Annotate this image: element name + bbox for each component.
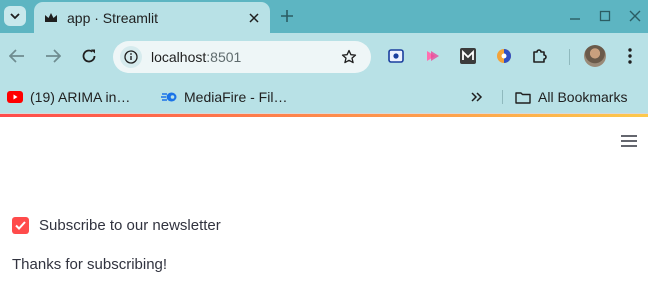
subscription-message: Thanks for subscribing! xyxy=(12,256,168,273)
youtube-icon xyxy=(7,89,23,105)
checkbox-checked[interactable] xyxy=(12,216,29,234)
app-main-menu-button[interactable] xyxy=(617,131,641,151)
double-chevron-right-icon xyxy=(471,92,483,102)
tab-search-button[interactable] xyxy=(4,6,26,26)
back-button[interactable] xyxy=(6,45,28,67)
forward-button[interactable] xyxy=(42,45,64,67)
arrow-left-icon xyxy=(9,49,24,63)
streamlit-crown-icon xyxy=(44,11,58,25)
address-bar[interactable]: localhost:8501 xyxy=(113,41,371,73)
arrow-right-icon xyxy=(46,49,61,63)
toolbar-separator xyxy=(569,49,570,65)
tab-title: app · Streamlit xyxy=(67,9,159,26)
screen-recorder-extension-icon[interactable] xyxy=(386,46,406,66)
site-info-icon[interactable] xyxy=(120,46,142,68)
bookmark-arima[interactable]: (19) ARIMA in… xyxy=(7,87,130,107)
browser-toolbar: localhost:8501 xyxy=(0,33,648,81)
chevron-down-icon xyxy=(10,12,20,19)
checkbox-label: Subscribe to our newsletter xyxy=(39,216,221,234)
bookmark-mediafire[interactable]: MediaFire - Fil… xyxy=(161,87,287,107)
tab-active[interactable]: app · Streamlit xyxy=(34,2,270,33)
reload-button[interactable] xyxy=(78,45,100,67)
minimize-icon xyxy=(570,18,580,20)
url-host: localhost xyxy=(151,49,207,65)
video-extension-icon[interactable] xyxy=(422,46,442,66)
bookmark-star-icon[interactable] xyxy=(340,48,358,66)
tab-close-icon[interactable] xyxy=(246,10,262,26)
browser-menu-button[interactable] xyxy=(621,46,639,66)
streamlit-decoration-bar xyxy=(0,114,648,117)
all-bookmarks-label: All Bookmarks xyxy=(538,89,628,105)
plus-icon xyxy=(281,10,293,22)
extensions-puzzle-icon[interactable] xyxy=(530,46,550,66)
bookmark-label: (19) ARIMA in… xyxy=(30,89,131,105)
colorful-extension-icon[interactable] xyxy=(494,46,514,66)
maximize-button[interactable] xyxy=(596,7,614,25)
mediafire-icon xyxy=(161,89,177,105)
bookmark-label: MediaFire - Fil… xyxy=(184,89,288,105)
bookmarks-separator xyxy=(502,90,503,104)
all-bookmarks-button[interactable]: All Bookmarks xyxy=(515,87,627,107)
url-text[interactable]: localhost:8501 xyxy=(151,49,340,65)
close-icon xyxy=(629,10,641,22)
minimize-button[interactable] xyxy=(566,7,584,25)
new-tab-button[interactable] xyxy=(277,6,297,26)
close-window-button[interactable] xyxy=(626,7,644,25)
checkmark-icon xyxy=(15,220,26,230)
newsletter-checkbox[interactable]: Subscribe to our newsletter xyxy=(12,215,221,235)
hamburger-menu-icon xyxy=(621,135,637,147)
bookmarks-overflow-button[interactable] xyxy=(468,88,486,106)
profile-avatar[interactable] xyxy=(584,45,606,67)
maximize-icon xyxy=(599,10,611,22)
url-port: :8501 xyxy=(206,49,242,65)
reload-icon xyxy=(82,49,96,63)
tab-strip: app · Streamlit xyxy=(0,0,648,33)
more-vertical-icon xyxy=(628,48,632,64)
bookmarks-bar: (19) ARIMA in… MediaFire - Fil… All Book… xyxy=(0,81,648,113)
folder-icon xyxy=(515,89,531,105)
m-extension-icon[interactable] xyxy=(458,46,478,66)
